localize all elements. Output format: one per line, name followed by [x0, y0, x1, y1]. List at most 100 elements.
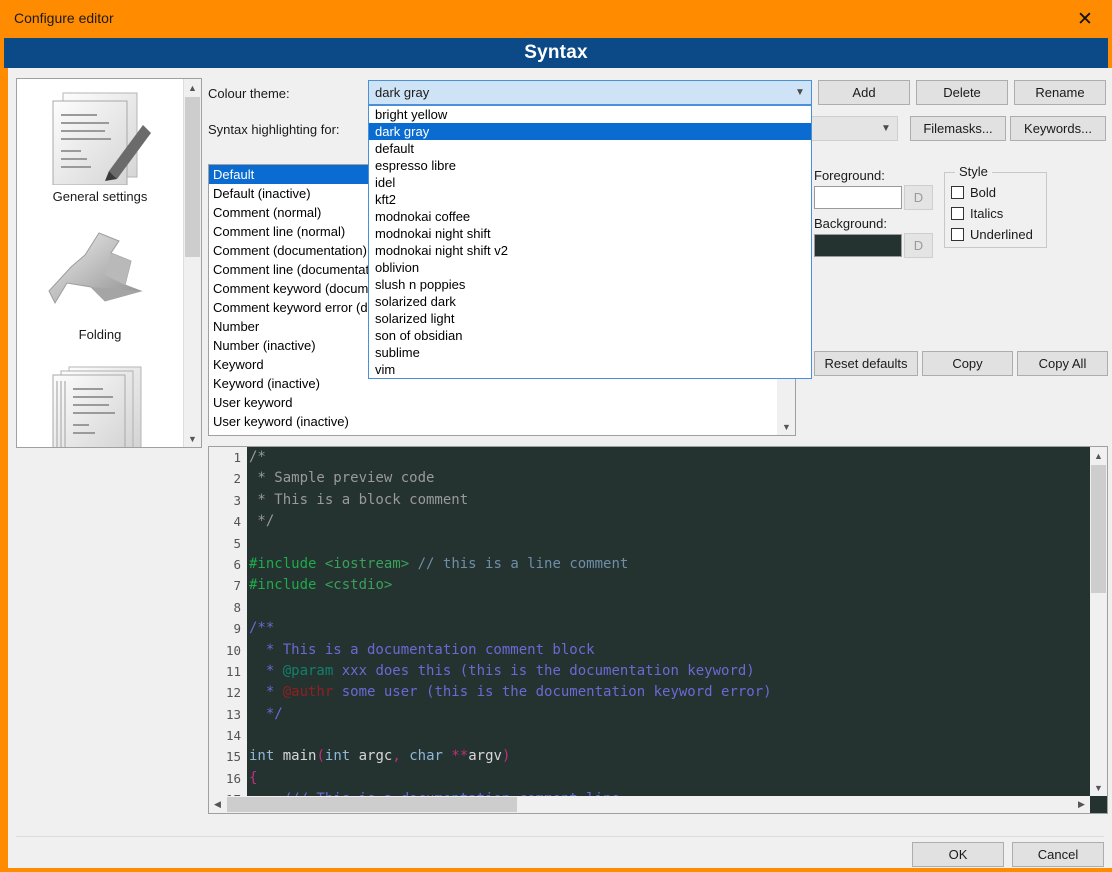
sidebar-item-general-settings[interactable]: General settings: [17, 85, 183, 207]
line-number: 10: [225, 642, 241, 658]
reset-defaults-button[interactable]: Reset defaults: [814, 351, 918, 376]
keywords-button[interactable]: Keywords...: [1010, 116, 1106, 141]
code-line: [249, 725, 1107, 746]
code-token: xxx does this (this is the documentation…: [333, 662, 755, 679]
title-bar: Configure editor ✕: [4, 0, 1108, 38]
chevron-left-icon[interactable]: ◀: [209, 796, 226, 813]
preview-vertical-scrollbar[interactable]: ▲ ▼: [1090, 447, 1107, 796]
underlined-label: Underlined: [970, 227, 1033, 242]
code-token: int: [324, 748, 351, 765]
cancel-button[interactable]: Cancel: [1012, 842, 1104, 867]
add-button[interactable]: Add: [818, 80, 910, 105]
chevron-down-icon[interactable]: ▼: [875, 123, 897, 134]
dropdown-option-son-of-obsidian[interactable]: son of obsidian: [369, 327, 811, 344]
code-line: [249, 597, 1107, 618]
bold-checkbox[interactable]: Bold: [951, 185, 996, 200]
filemasks-button[interactable]: Filemasks...: [910, 116, 1006, 141]
sidebar-item-label: Folding: [78, 327, 122, 342]
colour-theme-combobox[interactable]: dark gray ▼: [368, 80, 812, 105]
background-default-button[interactable]: D: [904, 233, 933, 258]
chevron-right-icon[interactable]: ▶: [1073, 796, 1090, 813]
style-list-item[interactable]: Global classes and typedefs: [209, 431, 778, 435]
code-token: */: [249, 513, 275, 530]
dropdown-option-slush-n-poppies[interactable]: slush n poppies: [369, 276, 811, 293]
line-number: 6: [233, 556, 241, 572]
colour-theme-dropdown-list[interactable]: bright yellow dark gray default espresso li…: [368, 105, 812, 379]
dropdown-option-default[interactable]: default: [369, 140, 811, 157]
dropdown-option-modnokai-night-shift-v2[interactable]: modnokai night shift v2: [369, 242, 811, 259]
underlined-checkbox[interactable]: Underlined: [951, 227, 1033, 242]
sidebar-item-margins-and-caret[interactable]: Margins and caret: [17, 361, 183, 447]
chevron-up-icon[interactable]: ▲: [1090, 447, 1107, 464]
section-header: Syntax: [4, 38, 1108, 68]
chevron-down-icon[interactable]: ▼: [778, 418, 795, 435]
close-icon[interactable]: ✕: [1062, 0, 1108, 38]
scrollbar-thumb[interactable]: [227, 797, 517, 812]
code-line: #include <iostream> // this is a line co…: [249, 554, 1107, 575]
line-number: 16: [225, 770, 241, 786]
sidebar-item-label-wrap: Folding: [17, 326, 183, 343]
dropdown-option-vim[interactable]: vim: [369, 361, 811, 378]
italics-checkbox[interactable]: Italics: [951, 206, 1003, 221]
code-line: {: [249, 768, 1107, 789]
dropdown-option-bright-yellow[interactable]: bright yellow: [369, 106, 811, 123]
code-line: [249, 533, 1107, 554]
dropdown-option-sublime[interactable]: sublime: [369, 344, 811, 361]
preview-code-text[interactable]: /* * Sample preview code * This is a blo…: [247, 447, 1107, 813]
code-token: {: [249, 769, 258, 786]
line-number: 1: [233, 450, 241, 465]
colour-theme-value: dark gray: [375, 85, 430, 100]
dropdown-option-idel[interactable]: idel: [369, 174, 811, 191]
sidebar-item-folding[interactable]: Folding: [17, 223, 183, 345]
dialog-body: General settings Folding Margins and caret…: [8, 68, 1112, 868]
foreground-label: Foreground:: [814, 168, 885, 183]
background-color-swatch[interactable]: [814, 234, 902, 257]
checkbox-box[interactable]: [951, 207, 964, 220]
line-number: 3: [233, 492, 241, 508]
footer-divider: [16, 836, 1104, 837]
code-token: /**: [249, 620, 275, 637]
settings-category-pane[interactable]: General settings Folding Margins and caret…: [16, 78, 202, 448]
scrollbar-thumb[interactable]: [185, 97, 200, 257]
chevron-down-icon[interactable]: ▼: [1090, 779, 1107, 796]
foreground-color-swatch[interactable]: [814, 186, 902, 209]
style-list-item[interactable]: User keyword: [209, 393, 778, 412]
dropdown-option-kft2[interactable]: kft2: [369, 191, 811, 208]
chevron-down-icon[interactable]: ▼: [789, 87, 811, 98]
code-token: some user (this is the documentation key…: [333, 684, 772, 701]
code-token: * This is a block comment: [249, 491, 469, 508]
delete-button[interactable]: Delete: [916, 80, 1008, 105]
background-label: Background:: [814, 216, 887, 231]
code-line: int main(int argc, char **argv): [249, 746, 1107, 767]
rename-button[interactable]: Rename: [1014, 80, 1106, 105]
preview-horizontal-scrollbar[interactable]: ◀ ▶: [209, 796, 1090, 813]
code-line: /**: [249, 618, 1107, 639]
copy-button[interactable]: Copy: [922, 351, 1013, 376]
code-line: * Sample preview code: [249, 468, 1107, 489]
code-token: argc: [350, 748, 393, 765]
ok-button[interactable]: OK: [912, 842, 1004, 867]
scrollbar-thumb[interactable]: [1091, 465, 1106, 593]
dropdown-option-dark-gray[interactable]: dark gray: [369, 123, 811, 140]
origami-bird-icon: [17, 227, 183, 326]
dropdown-option-modnokai-coffee[interactable]: modnokai coffee: [369, 208, 811, 225]
dropdown-option-espresso-libre[interactable]: espresso libre: [369, 157, 811, 174]
foreground-default-button[interactable]: D: [904, 185, 933, 210]
copy-all-button[interactable]: Copy All: [1017, 351, 1108, 376]
chevron-down-icon[interactable]: ▼: [184, 430, 201, 447]
dropdown-option-solarized-light[interactable]: solarized light: [369, 310, 811, 327]
chevron-up-icon[interactable]: ▲: [184, 79, 201, 96]
dropdown-option-modnokai-night-shift[interactable]: modnokai night shift: [369, 225, 811, 242]
checkbox-box[interactable]: [951, 228, 964, 241]
code-preview[interactable]: 1234567891011121314151617 /* * Sample pr…: [208, 446, 1108, 814]
dropdown-option-solarized-dark[interactable]: solarized dark: [369, 293, 811, 310]
line-number: 15: [225, 749, 241, 765]
code-token: */: [249, 705, 283, 722]
checkbox-box[interactable]: [951, 186, 964, 199]
line-number: 13: [225, 706, 241, 722]
style-list-item[interactable]: User keyword (inactive): [209, 412, 778, 431]
category-pane-scrollbar[interactable]: ▲ ▼: [183, 79, 201, 447]
dropdown-option-oblivion[interactable]: oblivion: [369, 259, 811, 276]
